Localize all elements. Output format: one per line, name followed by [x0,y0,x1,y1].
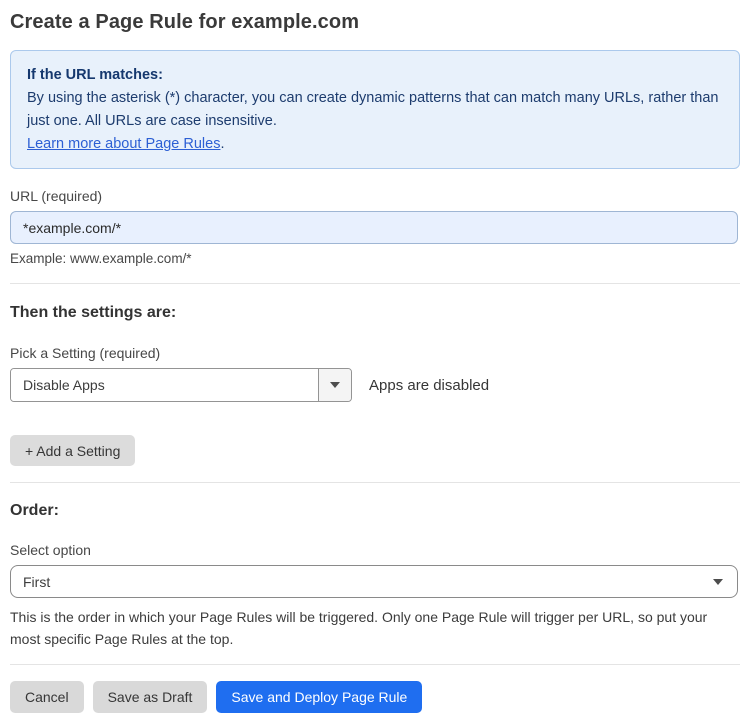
info-box-link-line: Learn more about Page Rules. [27,133,723,156]
add-setting-button[interactable]: + Add a Setting [10,435,136,466]
save-and-deploy-button[interactable]: Save and Deploy Page Rule [216,681,423,713]
url-input[interactable] [10,211,738,244]
order-section-heading: Order: [10,502,59,519]
divider [10,664,740,665]
url-match-info-box: If the URL matches: By using the asteris… [10,50,740,169]
url-label: URL (required) [10,188,103,204]
info-box-body: By using the asterisk (*) character, you… [27,90,719,129]
select-option-label: Select option [10,542,91,558]
page-title: Create a Page Rule for example.com [10,11,360,33]
setting-status-text: Apps are disabled [369,376,490,394]
order-helper-text: This is the order in which your Page Rul… [10,609,708,647]
settings-section-heading: Then the settings are: [10,304,177,321]
create-page-rule-panel: Create a Page Rule for example.com If th… [0,0,750,713]
caret-down-icon [330,382,340,388]
info-box-heading: If the URL matches: [27,67,163,83]
divider [10,482,740,483]
order-select[interactable]: First [10,565,738,598]
setting-select[interactable]: Disable Apps [10,368,352,402]
setting-row: Disable Apps Apps are disabled [10,368,740,402]
setting-select-arrow-button[interactable] [318,369,351,401]
cancel-button[interactable]: Cancel [10,681,84,713]
url-example-helper: Example: www.example.com/* [10,251,192,266]
save-as-draft-button[interactable]: Save as Draft [92,681,208,713]
footer-button-row: Cancel Save as Draft Save and Deploy Pag… [10,681,740,713]
order-select-value: First [23,573,51,590]
link-suffix: . [220,136,225,152]
caret-down-icon [713,578,723,585]
pick-setting-label: Pick a Setting (required) [10,345,161,361]
learn-more-link[interactable]: Learn more about Page Rules [27,136,220,152]
setting-select-value: Disable Apps [11,369,318,401]
divider [10,283,740,284]
